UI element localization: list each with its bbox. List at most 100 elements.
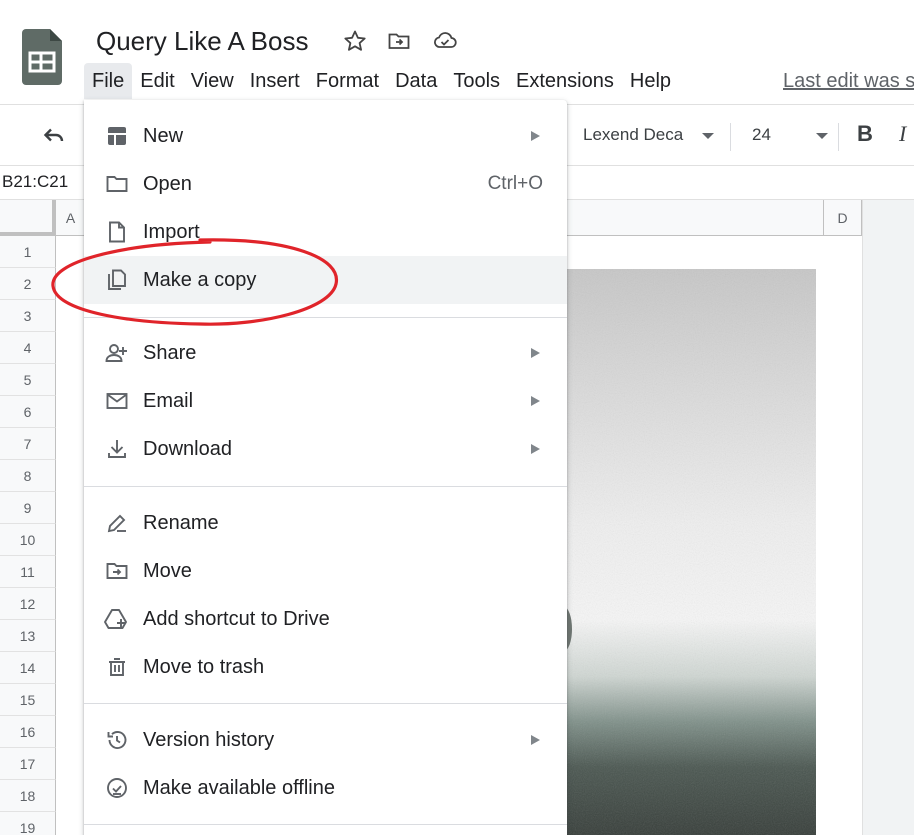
submenu-arrow-icon <box>531 348 540 358</box>
row-header[interactable]: 8 <box>0 460 56 492</box>
menu-insert[interactable]: Insert <box>242 63 308 99</box>
row-header[interactable]: 17 <box>0 748 56 780</box>
menu-item-label: Make a copy <box>143 268 257 291</box>
menu-item-label: Make available offline <box>143 776 335 799</box>
menu-divider <box>84 486 567 487</box>
menu-format[interactable]: Format <box>308 63 387 99</box>
menu-item-share[interactable]: Share <box>84 329 567 377</box>
row-header[interactable]: 16 <box>0 716 56 748</box>
menu-view[interactable]: View <box>183 63 242 99</box>
menu-edit[interactable]: Edit <box>132 63 182 99</box>
submenu-arrow-icon <box>531 444 540 454</box>
sheets-logo-icon[interactable] <box>22 29 62 85</box>
move-folder-icon[interactable] <box>386 28 412 54</box>
menu-divider <box>84 824 567 825</box>
font-size-caret-icon[interactable] <box>816 133 828 139</box>
menu-data[interactable]: Data <box>387 63 445 99</box>
share-person-icon <box>104 340 130 366</box>
row-header[interactable]: 6 <box>0 396 56 428</box>
row-header[interactable]: 11 <box>0 556 56 588</box>
menu-item-new[interactable]: New <box>84 112 567 160</box>
cloud-saved-icon[interactable] <box>432 28 458 54</box>
download-icon <box>104 436 130 462</box>
menu-item-label: Rename <box>143 511 219 534</box>
menu-bar: File Edit View Insert Format Data Tools … <box>84 62 679 100</box>
menu-item-move-to-trash[interactable]: Move to trash <box>84 643 567 691</box>
column-header-d[interactable]: D <box>824 200 862 236</box>
italic-button[interactable]: I <box>899 121 906 147</box>
trash-icon <box>104 654 130 680</box>
submenu-arrow-icon <box>531 396 540 406</box>
row-header[interactable]: 7 <box>0 428 56 460</box>
font-family-select[interactable]: Lexend Deca <box>583 125 683 145</box>
select-all-corner[interactable] <box>0 200 56 236</box>
row-header[interactable]: 4 <box>0 332 56 364</box>
last-edit-link[interactable]: Last edit was s <box>783 70 914 93</box>
menu-item-label: New <box>143 124 184 147</box>
menu-item-label: Email <box>143 389 194 412</box>
history-icon <box>104 727 130 753</box>
name-box[interactable]: B21:C21 <box>2 172 68 192</box>
row-header[interactable]: 10 <box>0 524 56 556</box>
menu-file[interactable]: File <box>84 63 133 99</box>
undo-icon[interactable] <box>40 123 68 151</box>
menu-item-label: Import <box>143 220 200 243</box>
menu-item-label: Open <box>143 172 192 195</box>
drive-shortcut-icon <box>104 606 130 632</box>
menu-help[interactable]: Help <box>622 63 679 99</box>
menu-item-label: Move to trash <box>143 655 265 678</box>
row-header[interactable]: 3 <box>0 300 56 332</box>
file-menu-dropdown: New Open Ctrl+O Import Make a copy Share… <box>84 100 567 835</box>
row-header[interactable]: 19 <box>0 812 56 835</box>
menu-item-label: Add shortcut to Drive <box>143 607 330 630</box>
menu-item-label: Share <box>143 341 197 364</box>
menu-item-label: Version history <box>143 728 275 751</box>
move-folder-icon <box>104 558 130 584</box>
app-header: Query Like A Boss File Edit View Insert … <box>0 0 914 104</box>
menu-item-make-a-copy[interactable]: Make a copy <box>84 256 567 304</box>
font-size-input[interactable]: 24 <box>752 125 771 145</box>
menu-item-add-shortcut[interactable]: Add shortcut to Drive <box>84 595 567 643</box>
toolbar-divider <box>730 123 731 151</box>
menu-divider <box>84 703 567 704</box>
menu-item-version-history[interactable]: Version history <box>84 716 567 764</box>
menu-item-label: Download <box>143 437 232 460</box>
menu-extensions[interactable]: Extensions <box>508 63 622 99</box>
keyboard-shortcut: Ctrl+O <box>487 173 543 194</box>
email-icon <box>104 388 130 414</box>
copy-icon <box>104 267 130 293</box>
menu-item-make-available-offline[interactable]: Make available offline <box>84 764 567 812</box>
new-sheet-icon <box>104 123 130 149</box>
embedded-image[interactable] <box>560 269 816 835</box>
row-header[interactable]: 1 <box>0 236 56 268</box>
document-title[interactable]: Query Like A Boss <box>96 26 308 57</box>
menu-item-download[interactable]: Download <box>84 425 567 473</box>
star-icon[interactable] <box>342 28 368 54</box>
menu-tools[interactable]: Tools <box>445 63 508 99</box>
column-header-a[interactable]: A <box>56 200 86 236</box>
row-header[interactable]: 18 <box>0 780 56 812</box>
submenu-arrow-icon <box>531 735 540 745</box>
row-header[interactable]: 14 <box>0 652 56 684</box>
submenu-arrow-icon <box>531 131 540 141</box>
menu-item-import[interactable]: Import <box>84 208 567 256</box>
menu-divider <box>84 317 567 318</box>
row-header[interactable]: 9 <box>0 492 56 524</box>
row-header[interactable]: 15 <box>0 684 56 716</box>
rename-pencil-icon <box>104 510 130 536</box>
bold-button[interactable]: B <box>857 121 873 147</box>
menu-item-rename[interactable]: Rename <box>84 499 567 547</box>
row-header[interactable]: 13 <box>0 620 56 652</box>
menu-item-move[interactable]: Move <box>84 547 567 595</box>
file-icon <box>104 219 130 245</box>
font-dropdown-caret-icon[interactable] <box>702 133 714 139</box>
scroll-area[interactable] <box>862 200 914 835</box>
menu-item-open[interactable]: Open Ctrl+O <box>84 160 567 208</box>
menu-item-email[interactable]: Email <box>84 377 567 425</box>
row-header[interactable]: 5 <box>0 364 56 396</box>
toolbar-divider <box>838 123 839 151</box>
menu-item-label: Move <box>143 559 192 582</box>
row-header[interactable]: 12 <box>0 588 56 620</box>
folder-icon <box>104 171 130 197</box>
row-header[interactable]: 2 <box>0 268 56 300</box>
